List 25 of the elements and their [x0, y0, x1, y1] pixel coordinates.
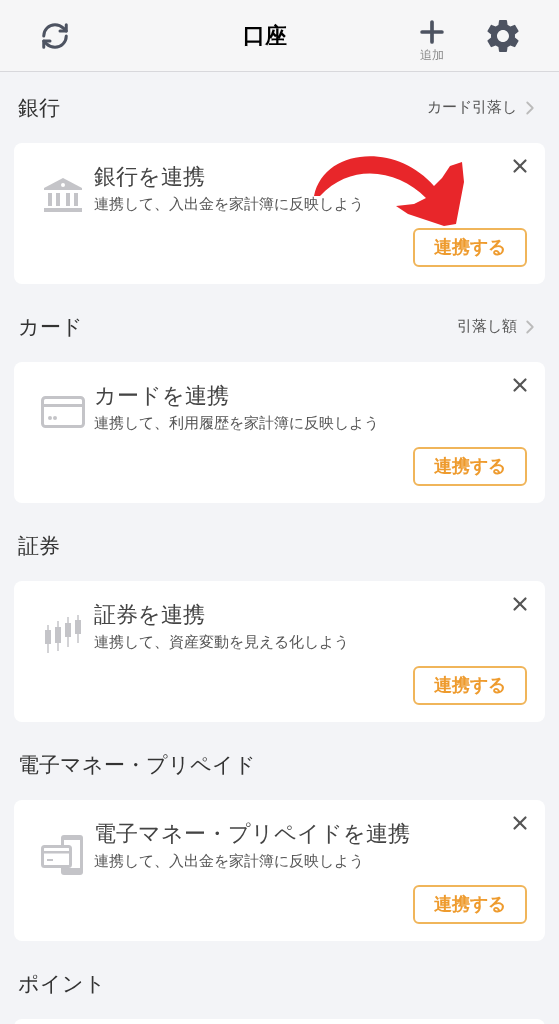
- section-heading: ポイント: [18, 970, 106, 997]
- add-button[interactable]: 追加: [415, 14, 449, 61]
- connect-button[interactable]: 連携する: [413, 228, 527, 267]
- section-link[interactable]: 引落し額: [457, 315, 541, 338]
- card-title: 電子マネー・プリペイドを連携: [94, 820, 410, 848]
- card-description: 連携して、入出金を家計簿に反映しよう: [94, 851, 365, 871]
- connect-button[interactable]: 連携する: [413, 447, 527, 486]
- card-description: 連携して、資産変動を見える化しよう: [94, 632, 350, 652]
- candlestick-icon: [43, 615, 83, 655]
- section-link[interactable]: カード引落し: [427, 96, 541, 119]
- page-title: 口座: [242, 22, 287, 50]
- bank-icon: [43, 177, 83, 213]
- card-title: カードを連携: [94, 382, 229, 410]
- phone-card-icon: [41, 834, 85, 876]
- section-heading: 電子マネー・プリペイド: [18, 751, 256, 778]
- connect-button[interactable]: 連携する: [413, 666, 527, 705]
- section-heading: カード: [18, 313, 83, 340]
- card-title: 証券を連携: [94, 601, 205, 629]
- credit-card-icon: [41, 396, 85, 428]
- card-description: 連携して、入出金を家計簿に反映しよう: [94, 194, 365, 214]
- card-description: 連携して、利用履歴を家計簿に反映しよう: [94, 413, 380, 433]
- section-heading: 証券: [18, 532, 60, 559]
- connect-button[interactable]: 連携する: [413, 885, 527, 924]
- section-heading: 銀行: [18, 94, 60, 121]
- card-title: 銀行を連携: [94, 163, 205, 191]
